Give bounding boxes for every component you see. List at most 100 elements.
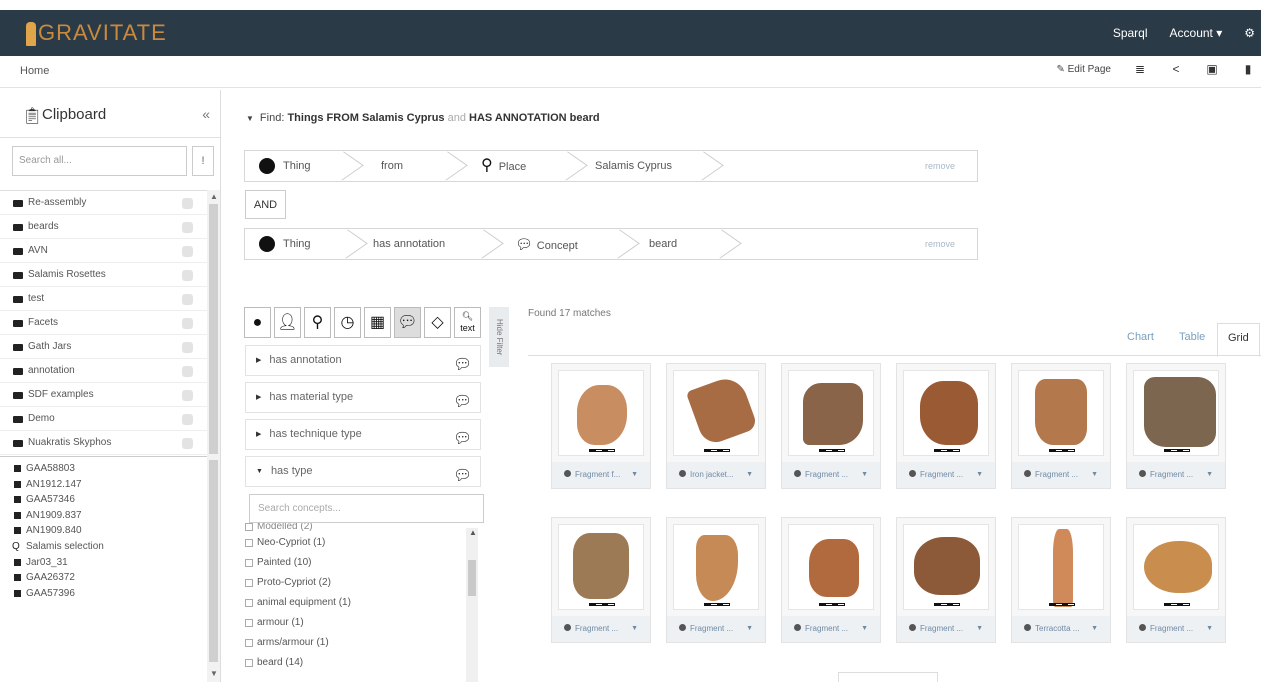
result-card[interactable]: Fragment ... ▼ — [1011, 363, 1111, 489]
tab-grid[interactable]: Grid — [1217, 323, 1260, 357]
facet-has-type[interactable]: ▼ has type 💬︎ — [245, 456, 481, 487]
checkbox[interactable] — [245, 619, 253, 627]
artifact-thumbnail[interactable] — [1018, 524, 1104, 610]
query-value-segment[interactable]: Salamis Cyprus — [595, 151, 672, 181]
items-scrollbar[interactable]: ▼ — [207, 456, 220, 682]
query-summary[interactable]: ▼ Find: Things FROM Salamis Cyprus and HA… — [246, 112, 600, 124]
card-footer[interactable]: Fragment ... ▼ — [552, 616, 650, 642]
pagination[interactable] — [838, 672, 938, 682]
caret-down-icon[interactable]: ▼ — [976, 616, 983, 642]
caret-down-icon[interactable]: ▼ — [976, 462, 983, 488]
result-card[interactable]: Fragment ... ▼ — [666, 517, 766, 643]
card-footer[interactable]: Fragment f... ▼ — [552, 462, 650, 488]
account-menu[interactable]: Account ▾ — [1170, 26, 1223, 40]
scroll-up-icon[interactable]: ▲ — [210, 192, 218, 201]
facet-has-technique-type[interactable]: ▶ has technique type 💬︎ — [245, 419, 481, 450]
clipboard-item[interactable]: AN1909.840 — [0, 523, 220, 539]
result-card[interactable]: Fragment ... ▼ — [781, 363, 881, 489]
artifact-thumbnail[interactable] — [903, 524, 989, 610]
bookmark-icon[interactable]: ▮ — [1241, 62, 1255, 76]
card-footer[interactable]: Fragment ... ▼ — [782, 462, 880, 488]
clipboard-item[interactable]: AN1909.837 — [0, 508, 220, 524]
app-logo[interactable]: GRAVITATE — [26, 20, 167, 47]
time-filter-button[interactable]: ◷ — [334, 307, 361, 338]
clipboard-search-input[interactable]: Search all... — [12, 146, 187, 176]
clipboard-item[interactable]: GAA26372 — [0, 570, 220, 586]
collapse-sidebar-button[interactable]: « — [202, 106, 210, 122]
card-footer[interactable]: Fragment ... ▼ — [897, 616, 995, 642]
place-filter-button[interactable]: ⚲ — [304, 307, 331, 338]
thing-filter-button[interactable]: ● — [244, 307, 271, 338]
query-value-segment[interactable]: beard — [649, 229, 677, 259]
hide-filter-button[interactable]: Hide Filter — [489, 307, 509, 367]
artifact-thumbnail[interactable] — [788, 370, 874, 456]
folder-item[interactable]: AVN — [0, 239, 207, 263]
caret-down-icon[interactable]: ▼ — [1206, 462, 1213, 488]
clipboard-item[interactable]: GAA58803 — [0, 461, 220, 477]
query-relation-segment[interactable]: has annotation — [373, 229, 445, 259]
remove-link[interactable]: remove — [925, 151, 955, 181]
facet-has-annotation[interactable]: ▶ has annotation 💬︎ — [245, 345, 481, 376]
artifact-thumbnail[interactable] — [558, 524, 644, 610]
folder-item[interactable]: SDF examples — [0, 383, 207, 407]
folder-item[interactable]: Re-assembly — [0, 191, 207, 215]
artifact-thumbnail[interactable] — [788, 524, 874, 610]
person-filter-button[interactable]: 👤︎ — [274, 307, 301, 338]
card-footer[interactable]: Fragment ... ▼ — [1127, 616, 1225, 642]
clipboard-item[interactable]: GAA57346 — [0, 492, 220, 508]
scroll-down-icon[interactable]: ▼ — [210, 669, 218, 678]
artifact-thumbnail[interactable] — [903, 370, 989, 456]
card-footer[interactable]: Fragment ... ▼ — [1012, 462, 1110, 488]
query-thing-segment[interactable]: Thing — [259, 151, 311, 181]
facet-has-material-type[interactable]: ▶ has material type 💬︎ — [245, 382, 481, 413]
checkbox[interactable] — [245, 579, 253, 587]
query-relation-segment[interactable]: from — [381, 151, 403, 181]
tab-chart[interactable]: Chart — [1127, 331, 1154, 343]
result-card[interactable]: Fragment ... ▼ — [551, 517, 651, 643]
card-footer[interactable]: Fragment ... ▼ — [1127, 462, 1225, 488]
share-icon[interactable]: < — [1169, 62, 1183, 76]
card-footer[interactable]: Terracotta ... ▼ — [1012, 616, 1110, 642]
folder-item[interactable]: Nuakratis Skyphos — [0, 431, 207, 455]
concept-item[interactable]: Neo-Cypriot (1) — [243, 533, 467, 553]
checkbox[interactable] — [245, 559, 253, 567]
artifact-thumbnail[interactable] — [1133, 370, 1219, 456]
remove-link[interactable]: remove — [925, 229, 955, 259]
scroll-thumb[interactable] — [468, 560, 476, 596]
folder-item[interactable]: beards — [0, 215, 207, 239]
and-operator[interactable]: AND — [245, 190, 286, 219]
result-card[interactable]: Terracotta ... ▼ — [1011, 517, 1111, 643]
caret-down-icon[interactable]: ▼ — [1206, 616, 1213, 642]
scroll-thumb[interactable] — [209, 460, 218, 662]
checkbox[interactable] — [245, 639, 253, 647]
clipboard-item[interactable]: GAA57396 — [0, 586, 220, 602]
concept-search-input[interactable]: Search concepts... — [249, 494, 484, 523]
folder-item[interactable]: Salamis Rosettes — [0, 263, 207, 287]
concept-item[interactable]: Proto-Cypriot (2) — [243, 573, 467, 593]
caret-down-icon[interactable]: ▼ — [1091, 616, 1098, 642]
clipboard-item[interactable]: AN1912.147 — [0, 477, 220, 493]
concept-item[interactable]: Painted (10) — [243, 553, 467, 573]
concept-item[interactable]: Modelled (2) — [243, 523, 467, 533]
breadcrumb-home[interactable]: Home — [20, 65, 49, 77]
artifact-thumbnail[interactable] — [558, 370, 644, 456]
result-card[interactable]: Fragment ... ▼ — [896, 363, 996, 489]
caret-down-icon[interactable]: ▼ — [861, 462, 868, 488]
artifact-thumbnail[interactable] — [1133, 524, 1219, 610]
query-thing-segment[interactable]: Thing — [259, 229, 311, 259]
caret-down-icon[interactable]: ▼ — [861, 616, 868, 642]
concept-item[interactable]: armour (1) — [243, 613, 467, 633]
concept-item[interactable]: beard (14) — [243, 653, 467, 673]
caret-down-icon[interactable]: ▼ — [1091, 462, 1098, 488]
result-card[interactable]: Iron jacket... ▼ — [666, 363, 766, 489]
artifact-thumbnail[interactable] — [673, 524, 759, 610]
caret-down-icon[interactable]: ▼ — [746, 616, 753, 642]
card-footer[interactable]: Iron jacket... ▼ — [667, 462, 765, 488]
query-type-segment[interactable]: 💬︎ Concept — [515, 229, 578, 259]
card-footer[interactable]: Fragment ... ▼ — [667, 616, 765, 642]
checkbox[interactable] — [245, 659, 253, 667]
artifact-thumbnail[interactable] — [673, 370, 759, 456]
sparql-link[interactable]: Sparql — [1113, 26, 1148, 40]
result-card[interactable]: Fragment ... ▼ — [781, 517, 881, 643]
tag-filter-button[interactable]: ◇ — [424, 307, 451, 338]
